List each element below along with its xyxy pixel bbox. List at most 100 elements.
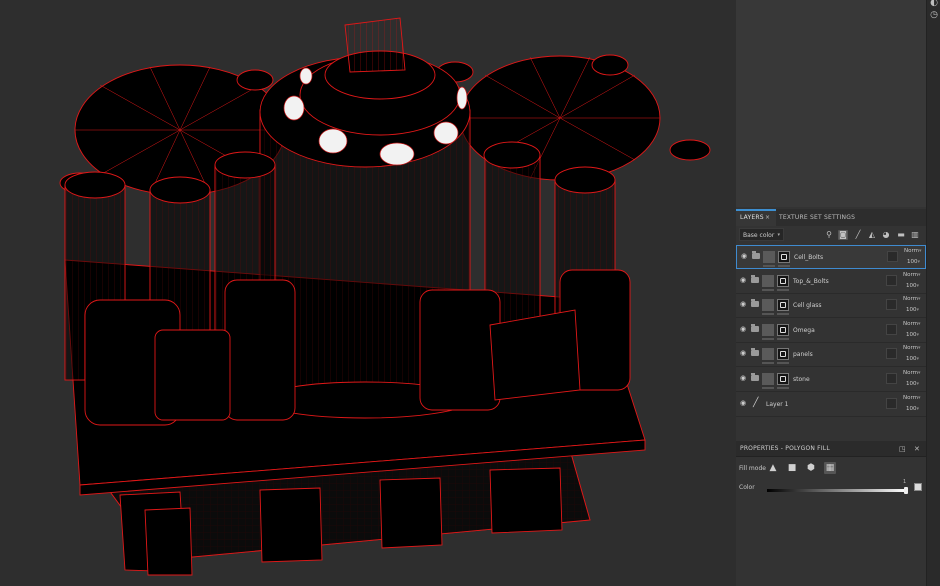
chevron-down-icon: ▾ — [916, 307, 920, 314]
add-paint-layer-icon[interactable]: ╱ — [853, 230, 863, 240]
layer-name[interactable]: stone — [793, 375, 810, 384]
chevron-down-icon: ▾ — [916, 381, 920, 387]
mask-underline — [777, 288, 789, 291]
folder-icon[interactable] — [751, 323, 759, 332]
opacity-field[interactable]: 100▾ — [906, 283, 919, 290]
layer-row[interactable]: ◉ Omega Norm▾ 100▾ — [736, 318, 926, 343]
opacity-field[interactable]: 100▾ — [906, 381, 919, 388]
smart-material-icon[interactable]: ◕ — [881, 230, 891, 240]
mask-thumbnail[interactable] — [777, 323, 789, 336]
mask-thumbnail[interactable] — [777, 373, 789, 385]
color-label: Color — [739, 484, 755, 491]
mask-underline — [777, 362, 789, 365]
opacity-field[interactable]: 100▾ — [906, 332, 919, 339]
chevron-down-icon: ▾ — [777, 232, 780, 238]
layer-thumbnail — [762, 373, 774, 385]
tab-layers[interactable]: LAYERS × — [736, 209, 776, 226]
layer-row[interactable]: ◉ Cell_Bolts Norm▾ 100▾ — [736, 245, 926, 269]
wireframe-mesh — [59, 17, 711, 576]
mask-thumbnail[interactable] — [778, 251, 790, 263]
layer-row[interactable]: ◉ Cell glass Norm▾ 100▾ — [736, 294, 926, 319]
layer-name[interactable]: Omega — [793, 326, 815, 335]
blend-swatch — [886, 373, 897, 384]
mask-thumbnail[interactable] — [777, 348, 789, 361]
chevron-down-icon: ▾ — [918, 296, 921, 303]
visibility-eye-icon[interactable]: ◉ — [740, 399, 748, 406]
visibility-eye-icon[interactable]: ◉ — [740, 325, 748, 332]
folder-icon[interactable] — [752, 251, 760, 259]
folder-icon[interactable] — [751, 373, 759, 381]
properties-title: PROPERTIES - POLYGON FILL — [740, 445, 830, 452]
thumbnail-underline — [762, 337, 774, 340]
triangle-fill-icon[interactable]: ▲ — [767, 462, 779, 474]
blend-mode-select[interactable]: Norm▾ — [903, 345, 921, 352]
thumbnail-underline — [762, 313, 774, 316]
opacity-field[interactable]: 100▾ — [906, 356, 919, 363]
layer-thumbnail — [762, 299, 774, 312]
layer-name[interactable]: Layer 1 — [766, 400, 788, 409]
layer-row[interactable]: ◉ ╱ Layer 1 Norm▾ 100▾ — [736, 392, 926, 417]
add-mask-icon[interactable]: ◙ — [838, 230, 848, 240]
mask-thumbnail[interactable] — [777, 299, 789, 312]
folder-icon[interactable] — [751, 348, 759, 357]
polygon-fill-icon[interactable]: ■ — [786, 462, 798, 474]
layer-name[interactable]: panels — [793, 350, 813, 359]
visibility-eye-icon[interactable]: ◉ — [740, 276, 748, 283]
add-effect-icon[interactable]: ⚲ — [824, 230, 834, 240]
right-icon-strip: ◐ ◷ — [926, 0, 940, 586]
blend-mode-value: Norm — [903, 370, 919, 376]
blend-mode-select[interactable]: Norm▾ — [903, 296, 921, 303]
blend-mode-value: Norm — [903, 271, 919, 278]
layer-row[interactable]: ◉ stone Norm▾ 100▾ — [736, 368, 926, 392]
mask-thumbnail[interactable] — [777, 274, 789, 287]
uv-fill-icon[interactable]: ▦ — [824, 462, 836, 474]
panel-top-area — [736, 0, 926, 207]
color-value: 1 — [903, 479, 907, 485]
close-icon[interactable]: × — [765, 211, 770, 225]
color-picker-icon[interactable] — [914, 483, 922, 491]
layer-thumbnail — [762, 323, 774, 336]
paint-brush-icon: ╱ — [753, 397, 759, 408]
layer-row[interactable]: ◉ panels Norm▾ 100▾ — [736, 343, 926, 368]
blend-mode-select[interactable]: Norm▾ — [903, 395, 921, 402]
float-panel-icon[interactable]: ◳ — [899, 441, 906, 457]
layer-name[interactable]: Cell_Bolts — [794, 253, 823, 262]
opacity-field[interactable]: 100▾ — [906, 307, 919, 314]
opacity-value: 100 — [906, 405, 917, 412]
clock-icon[interactable]: ◷ — [929, 10, 939, 20]
visibility-eye-icon[interactable]: ◉ — [741, 253, 749, 260]
channel-select[interactable]: Base color ▾ — [739, 228, 784, 241]
visibility-eye-icon[interactable]: ◉ — [740, 375, 748, 382]
visibility-eye-icon[interactable]: ◉ — [740, 350, 748, 357]
color-slider[interactable] — [767, 489, 907, 492]
visibility-eye-icon[interactable]: ◉ — [740, 301, 748, 308]
3d-viewport[interactable] — [0, 0, 736, 586]
folder-icon[interactable] — [751, 299, 759, 308]
thumbnail-underline — [762, 387, 774, 389]
undo-history-icon[interactable]: ◐ — [929, 0, 939, 8]
blend-mode-select[interactable]: Norm▾ — [904, 248, 922, 255]
blend-mode-select[interactable]: Norm▾ — [903, 272, 921, 279]
panel-tabs: LAYERS × TEXTURE SET SETTINGS — [736, 209, 926, 227]
folder-icon[interactable] — [751, 274, 759, 283]
chevron-down-icon: ▾ — [916, 356, 920, 363]
mesh-fill-icon[interactable]: ⬢ — [805, 462, 817, 474]
opacity-value: 100 — [906, 307, 917, 314]
add-fill-layer-icon[interactable]: ◭ — [867, 230, 877, 240]
blend-mode-value: Norm — [904, 248, 920, 254]
blend-mode-select[interactable]: Norm▾ — [903, 321, 921, 328]
layer-name[interactable]: Top_&_Bolts — [793, 277, 829, 286]
layer-name[interactable]: Cell glass — [793, 301, 822, 310]
color-slider-handle[interactable] — [904, 487, 908, 494]
blend-mode-select[interactable]: Norm▾ — [903, 370, 921, 377]
thumbnail-underline — [762, 362, 774, 365]
tab-texture-set-settings[interactable]: TEXTURE SET SETTINGS — [779, 209, 855, 226]
opacity-field[interactable]: 100▾ — [907, 259, 920, 266]
layer-row[interactable]: ◉ Top_&_Bolts Norm▾ 100▾ — [736, 269, 926, 294]
delete-layer-icon[interactable]: ▥ — [910, 230, 920, 240]
opacity-field[interactable]: 100▾ — [906, 406, 919, 413]
close-icon[interactable]: ✕ — [914, 441, 920, 457]
add-folder-icon[interactable]: ▬ — [896, 230, 906, 240]
blend-mode-value: Norm — [903, 345, 919, 352]
thumbnail-underline — [763, 265, 775, 267]
